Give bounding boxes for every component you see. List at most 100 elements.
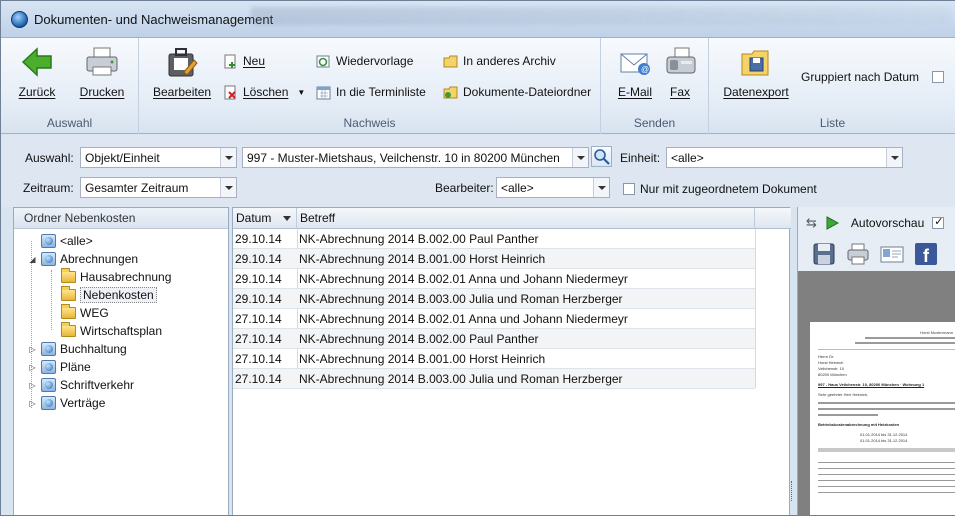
expand-icon[interactable]: ▷ [28,345,37,354]
gruppiert-option[interactable]: Gruppiert nach Datum [801,67,945,87]
fax-button[interactable]: Fax [663,46,697,99]
table-row[interactable]: 29.10.14 NK-Abrechnung 2014 B.001.00 Hor… [233,249,755,269]
new-document-icon [223,54,238,69]
folder-icon [61,268,76,283]
folder-tree-panel: Ordner Nebenkosten <alle> ◢ Abrechnungen… [13,207,229,515]
cell-betreff: NK-Abrechnung 2014 B.002.01 Anna und Joh… [299,312,628,326]
bearbeiter-select[interactable]: <alle> [496,177,610,198]
cell-betreff: NK-Abrechnung 2014 B.001.00 Horst Heinri… [299,352,546,366]
autovorschau-checkbox[interactable]: ✓ [932,216,945,229]
bearbeiten-label: Bearbeiten [153,85,212,99]
tree-item-label: Pläne [60,360,91,374]
facebook-icon[interactable]: f [914,242,938,266]
table-row[interactable]: 29.10.14 NK-Abrechnung 2014 B.002.00 Pau… [233,229,755,249]
zeitraum-select[interactable]: Gesamter Zeitraum [80,177,237,198]
terminliste-button[interactable]: In die Terminliste [316,82,426,102]
bearbeiter-value: <alle> [501,181,534,195]
window-title: Dokumenten- und Nachweismanagement [34,12,274,27]
tree-item-label: Abrechnungen [60,252,139,266]
dateiordner-button[interactable]: Dokumente-Dateiordner [443,82,591,102]
play-icon[interactable] [825,216,839,230]
expand-icon[interactable]: ▷ [28,381,37,390]
folder-icon [61,304,76,319]
printer-icon[interactable] [846,242,870,266]
tree-item-wirtschaftsplan[interactable]: Wirtschaftsplan [48,322,162,340]
save-folder-icon [738,46,774,78]
tree-item-nebenkosten[interactable]: Nebenkosten [48,286,157,304]
app-icon[interactable] [11,11,28,28]
text-line [818,468,955,469]
text-line [818,474,955,475]
group-nachweis: Bearbeiten Neu Löschen ▼ Wiedervorlage I… [139,38,601,134]
nur-zugeordnet-option[interactable]: Nur mit zugeordnetem Dokument [623,179,817,199]
table-row[interactable]: 27.10.14 NK-Abrechnung 2014 B.003.00 Jul… [233,369,755,389]
bearbeiten-button[interactable]: Bearbeiten [153,46,211,99]
expand-icon[interactable]: ▷ [28,363,37,372]
chevron-down-icon[interactable] [886,148,902,167]
chevron-down-icon[interactable] [220,178,236,197]
cell-datum: 29.10.14 [235,272,282,286]
tree-item-label: <alle> [60,234,93,248]
anderes-archiv-button[interactable]: In anderes Archiv [443,51,556,71]
collapse-icon[interactable]: ◢ [28,255,37,264]
doc-sender: Horst Mustermann [920,330,953,335]
wiedervorlage-button[interactable]: Wiedervorlage [316,51,413,71]
folder-globe-icon [41,360,56,374]
table-row[interactable]: 29.10.14 NK-Abrechnung 2014 B.002.01 Ann… [233,269,755,289]
chevron-down-icon[interactable] [220,148,236,167]
text-line [818,402,955,404]
contact-card-icon[interactable] [880,242,904,266]
tree-item-alle[interactable]: <alle> [28,232,93,250]
folder-icon [61,286,76,301]
zurueck-button[interactable]: Zurück [15,46,59,99]
datenexport-button[interactable]: Datenexport [723,46,789,99]
tree-item-hausabrechnung[interactable]: Hausabrechnung [48,268,171,286]
sort-desc-icon [283,216,291,221]
cell-datum: 27.10.14 [235,332,282,346]
auswahl-select[interactable]: Objekt/Einheit [80,147,237,168]
tree-item-schriftverkehr[interactable]: ▷ Schriftverkehr [28,376,134,394]
expand-icon[interactable]: ▷ [28,399,37,408]
group-senden: @ E-Mail Fax Senden [601,38,709,134]
drucken-button[interactable]: Drucken [75,46,129,99]
folder-globe-icon [41,234,56,248]
text-line [855,342,955,344]
tree-item-label: Buchhaltung [60,342,127,356]
objekt-select[interactable]: 997 - Muster-Mietshaus, Veilchenstr. 10 … [242,147,589,168]
chevron-down-icon[interactable] [572,148,588,167]
link-icon[interactable]: ⇆ [806,215,817,231]
einheit-select[interactable]: <alle> [666,147,903,168]
table-row[interactable]: 29.10.14 NK-Abrechnung 2014 B.003.00 Jul… [233,289,755,309]
fax-icon [663,46,699,78]
email-button[interactable]: @ E-Mail [615,46,655,99]
document-page: Horst Mustermann Herrn Dr. Horst Heinric… [810,322,955,515]
cell-betreff: NK-Abrechnung 2014 B.002.00 Paul Panther [299,332,539,346]
table-row[interactable]: 27.10.14 NK-Abrechnung 2014 B.002.00 Pau… [233,329,755,349]
table-row[interactable]: 27.10.14 NK-Abrechnung 2014 B.001.00 Hor… [233,349,755,369]
folder-globe-icon [41,342,56,356]
tree-item-buchhaltung[interactable]: ▷ Buchhaltung [28,340,127,358]
tree-item-label: Schriftverkehr [60,378,135,392]
neu-label: Neu [243,54,266,68]
column-header-datum[interactable]: Datum [233,208,297,229]
search-button[interactable] [591,146,612,167]
chevron-down-icon[interactable]: ▼ [297,88,305,97]
nur-zugeordnet-checkbox[interactable] [623,183,635,195]
cell-betreff: NK-Abrechnung 2014 B.002.01 Anna und Joh… [299,272,628,286]
tree-item-abrechnungen[interactable]: ◢ Abrechnungen [28,250,138,268]
tree-item-vertraege[interactable]: ▷ Verträge [28,394,105,412]
splitter-handle[interactable] [791,481,795,501]
tree-item-weg[interactable]: WEG [48,304,109,322]
datenexport-label: Datenexport [723,85,789,99]
doc-period-1: 01.01.2014 bis 31.12.2014 [860,432,908,437]
gruppiert-checkbox[interactable] [932,71,945,83]
table-row[interactable]: 27.10.14 NK-Abrechnung 2014 B.002.01 Ann… [233,309,755,329]
doc-period-2: 01.01.2014 bis 31.12.2014 [860,438,908,443]
save-icon[interactable] [812,242,836,266]
neu-button[interactable]: Neu [223,51,265,71]
loeschen-button[interactable]: Löschen ▼ [223,82,305,102]
tree-item-plaene[interactable]: ▷ Pläne [28,358,91,376]
chevron-down-icon[interactable] [593,178,609,197]
svg-text:f: f [923,246,930,266]
column-header-betreff[interactable]: Betreff [297,208,755,229]
